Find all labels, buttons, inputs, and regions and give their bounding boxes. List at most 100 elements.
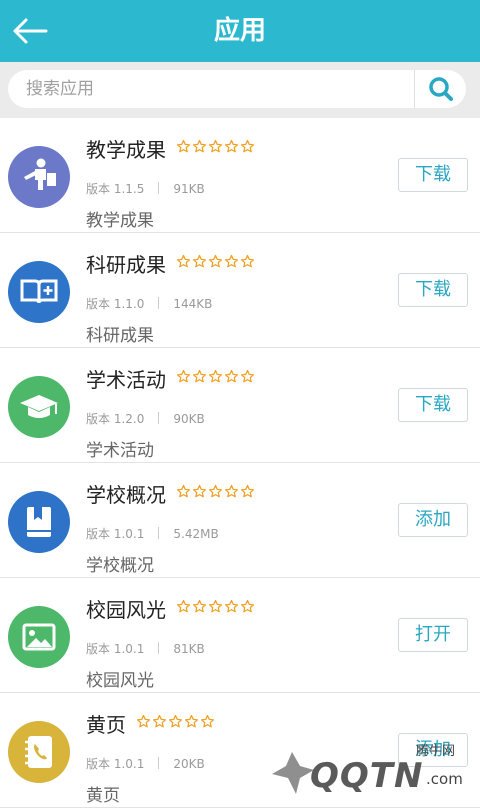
app-description: 黄页 — [86, 786, 120, 806]
search-icon — [429, 77, 453, 101]
meta-separator — [158, 412, 160, 424]
rating-stars — [176, 369, 256, 385]
star-icon — [176, 484, 191, 498]
star-icon — [192, 484, 207, 498]
app-description: 教学成果 — [86, 211, 154, 231]
star-icon — [240, 599, 255, 613]
star-icon — [240, 484, 255, 498]
app-icon[interactable] — [8, 491, 70, 553]
meta-separator — [158, 527, 160, 539]
star-icon — [224, 369, 239, 383]
star-icon — [224, 139, 239, 153]
star-icon — [168, 714, 183, 728]
app-row[interactable]: 校园风光 版本 1.0.1 81KB 校园风光 打开 — [0, 578, 480, 693]
app-meta: 版本 1.0.1 20KB — [86, 755, 205, 772]
app-size: 91KB — [173, 182, 205, 196]
app-meta: 版本 1.1.0 144KB — [86, 295, 212, 312]
app-size: 144KB — [173, 297, 213, 311]
app-description: 校园风光 — [86, 671, 154, 691]
page-title: 应用 — [213, 16, 266, 46]
star-icon — [224, 599, 239, 613]
app-list: 教学成果 版本 1.1.5 91KB 教学成果 下载 科研成果 版本 1.1.0 144KB 科… — [0, 118, 480, 808]
star-icon — [152, 714, 167, 728]
app-description: 科研成果 — [86, 326, 154, 346]
version-prefix: 版本 — [86, 757, 111, 771]
watermark-main: QQTN — [310, 756, 424, 796]
app-action-button[interactable]: 下载 — [398, 388, 468, 422]
header-bar: 应用 — [0, 0, 480, 62]
app-meta: 版本 1.0.1 5.42MB — [86, 525, 219, 542]
app-name: 校园风光 — [86, 598, 166, 622]
app-name: 科研成果 — [86, 253, 166, 277]
app-icon[interactable] — [8, 146, 70, 208]
version-prefix: 版本 — [86, 527, 111, 541]
app-name: 黄页 — [86, 713, 126, 737]
watermark: 腾牛网 QQTN .com — [270, 740, 480, 800]
app-icon[interactable] — [8, 606, 70, 668]
app-row[interactable]: 学术活动 版本 1.2.0 90KB 学术活动 下载 — [0, 348, 480, 463]
search-button[interactable] — [415, 70, 466, 108]
star-icon — [192, 369, 207, 383]
watermark-suffix: .com — [426, 770, 463, 788]
star-icon — [192, 254, 207, 268]
version-prefix: 版本 — [86, 642, 111, 656]
star-icon — [176, 369, 191, 383]
star-icon — [176, 599, 191, 613]
app-name: 学校概况 — [86, 483, 166, 507]
star-icon — [208, 369, 223, 383]
app-action-button[interactable]: 添加 — [398, 503, 468, 537]
book-plus-icon — [20, 279, 58, 304]
star-icon — [208, 254, 223, 268]
star-icon — [208, 599, 223, 613]
star-icon — [200, 714, 215, 728]
app-row[interactable]: 科研成果 版本 1.1.0 144KB 科研成果 下载 — [0, 233, 480, 348]
teacher-icon — [24, 158, 56, 190]
meta-separator — [158, 297, 160, 309]
star-icon — [176, 139, 191, 153]
rating-stars — [176, 484, 256, 500]
app-version: 1.0.1 — [113, 527, 145, 541]
bookmark-book-icon — [27, 507, 51, 537]
app-icon[interactable] — [8, 261, 70, 323]
app-description: 学校概况 — [86, 556, 154, 576]
app-version: 1.0.1 — [113, 642, 145, 656]
star-icon — [192, 599, 207, 613]
version-prefix: 版本 — [86, 412, 111, 426]
app-name: 学术活动 — [86, 368, 166, 392]
search-input[interactable] — [26, 70, 406, 108]
star-icon — [208, 139, 223, 153]
app-version: 1.1.0 — [113, 297, 145, 311]
app-action-button[interactable]: 打开 — [398, 618, 468, 652]
app-version: 1.2.0 — [113, 412, 145, 426]
search-bar — [0, 62, 480, 118]
app-action-button[interactable]: 下载 — [398, 158, 468, 192]
graduation-cap-icon — [20, 395, 58, 418]
meta-separator — [158, 182, 160, 194]
picture-icon — [22, 623, 56, 651]
app-meta: 版本 1.2.0 90KB — [86, 410, 205, 427]
meta-separator — [158, 642, 160, 654]
star-icon — [136, 714, 151, 728]
app-row[interactable]: 学校概况 版本 1.0.1 5.42MB 学校概况 添加 — [0, 463, 480, 578]
star-icon — [240, 254, 255, 268]
app-action-button[interactable]: 下载 — [398, 273, 468, 307]
app-meta: 版本 1.0.1 81KB — [86, 640, 205, 657]
star-icon — [240, 139, 255, 153]
app-meta: 版本 1.1.5 91KB — [86, 180, 205, 197]
app-version: 1.0.1 — [113, 757, 145, 771]
rating-stars — [176, 139, 256, 155]
rating-stars — [136, 714, 216, 730]
app-description: 学术活动 — [86, 441, 154, 461]
star-icon — [184, 714, 199, 728]
app-size: 5.42MB — [173, 527, 219, 541]
app-icon[interactable] — [8, 721, 70, 783]
rating-stars — [176, 599, 256, 615]
app-icon[interactable] — [8, 376, 70, 438]
app-size: 20KB — [173, 757, 205, 771]
phone-book-icon — [25, 736, 52, 768]
version-prefix: 版本 — [86, 297, 111, 311]
meta-separator — [158, 757, 160, 769]
star-icon — [224, 484, 239, 498]
app-row[interactable]: 教学成果 版本 1.1.5 91KB 教学成果 下载 — [0, 118, 480, 233]
version-prefix: 版本 — [86, 182, 111, 196]
